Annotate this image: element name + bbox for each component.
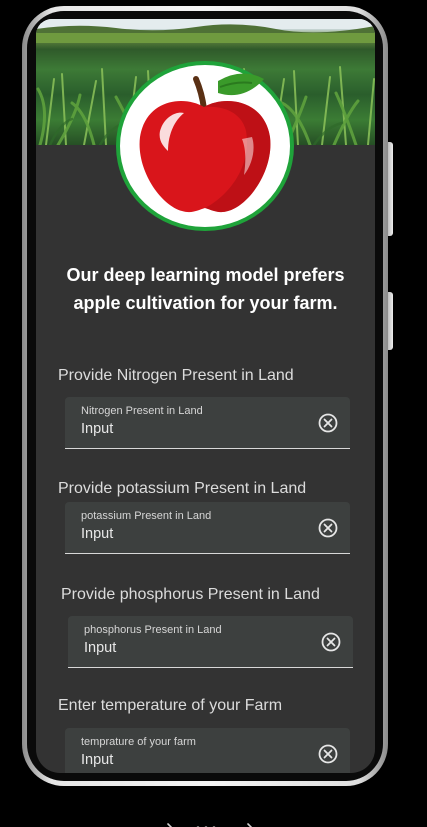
result-crop-badge — [116, 61, 294, 231]
clear-circle-icon[interactable] — [321, 632, 341, 652]
phosphorus-input[interactable]: phosphorus Present in Land Input — [68, 616, 353, 668]
phosphorus-prompt-label: Provide phosphorus Present in Land — [61, 586, 320, 603]
volume-button — [388, 292, 393, 350]
power-button — [388, 142, 393, 236]
temperature-floating-label: temprature of your farm — [81, 736, 196, 748]
phone-mockup: Our deep learning model prefers apple cu… — [0, 0, 427, 827]
clear-circle-icon[interactable] — [318, 413, 338, 433]
temperature-input-value[interactable]: Input — [81, 752, 113, 768]
temperature-input[interactable]: temprature of your farm Input — [65, 728, 350, 773]
temperature-field-group: Enter temperature of your Farm tempratur… — [58, 697, 358, 773]
potassium-input-value[interactable]: Input — [81, 526, 113, 542]
potassium-input[interactable]: potassium Present in Land Input — [65, 502, 350, 554]
phosphorus-field-group: Provide phosphorus Present in Land phosp… — [61, 586, 361, 680]
potassium-field-group: Provide potassium Present in Land potass… — [58, 480, 358, 562]
nitrogen-input[interactable]: Nitrogen Present in Land Input — [65, 397, 350, 449]
potassium-floating-label: potassium Present in Land — [81, 510, 212, 522]
nitrogen-prompt-label: Provide Nitrogen Present in Land — [58, 367, 294, 384]
carousel-navigation — [167, 823, 253, 827]
temperature-prompt-label: Enter temperature of your Farm — [58, 697, 283, 714]
nitrogen-field-group: Provide Nitrogen Present in Land Nitroge… — [58, 367, 358, 449]
clear-circle-icon[interactable] — [318, 518, 338, 538]
prediction-result-text: Our deep learning model prefers apple cu… — [66, 265, 345, 313]
potassium-prompt-label: Provide potassium Present in Land — [58, 480, 307, 497]
phosphorus-floating-label: phosphorus Present in Land — [84, 624, 222, 636]
apple-icon — [139, 73, 271, 213]
clear-circle-icon[interactable] — [318, 744, 338, 764]
app-screen: Our deep learning model prefers apple cu… — [36, 19, 375, 773]
nitrogen-floating-label: Nitrogen Present in Land — [81, 405, 203, 417]
nitrogen-input-value[interactable]: Input — [81, 421, 113, 437]
phosphorus-input-value[interactable]: Input — [84, 640, 116, 656]
